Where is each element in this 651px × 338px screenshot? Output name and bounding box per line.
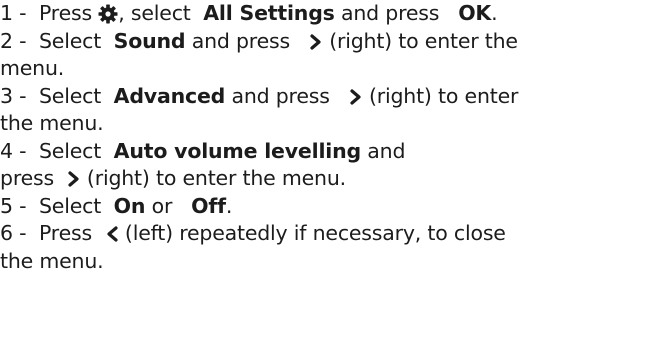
gear-icon	[98, 4, 118, 24]
step-line: press (right) to enter the menu.	[0, 165, 651, 193]
step-text: (right) to enter the menu.	[80, 166, 346, 190]
step-text: 1 - Press	[0, 1, 99, 25]
step-text: , select	[118, 1, 204, 25]
ui-term: Sound	[113, 28, 186, 53]
ui-term: Advanced	[113, 83, 226, 108]
step-text: and press	[225, 83, 349, 108]
step-text: and	[360, 138, 406, 163]
step-item: 2 - Select Sound and press (right) to en…	[0, 28, 651, 83]
step-item: 4 - Select Auto volume levelling and pres…	[0, 138, 651, 193]
step-text: and press	[334, 1, 459, 25]
ui-term: Off	[191, 193, 226, 218]
step-text: or	[145, 193, 192, 218]
step-text: 6 - Press	[0, 221, 105, 245]
chevron-right-icon	[67, 167, 81, 187]
step-text: .	[225, 193, 233, 218]
step-line: 2 - Select Sound and press (right) to en…	[0, 28, 651, 56]
step-text: the menu.	[0, 248, 104, 273]
step-text: .	[491, 1, 498, 25]
step-line: 3 - Select Advanced and press (right) to…	[0, 83, 651, 111]
instruction-steps: 1 - Press , select All Settings and pres…	[0, 0, 651, 275]
step-text: (right) to enter	[362, 83, 519, 108]
ui-term: Auto volume levelling	[113, 138, 361, 163]
step-line: menu.	[0, 55, 651, 83]
ui-term: On	[113, 193, 146, 218]
ui-term: All Settings	[203, 1, 335, 25]
step-line: 1 - Press , select All Settings and pres…	[0, 0, 651, 28]
step-text: 5 - Select	[0, 193, 114, 218]
step-item: 1 - Press , select All Settings and pres…	[0, 0, 651, 28]
chevron-left-icon	[105, 222, 119, 242]
step-text: (right) to enter the	[322, 28, 518, 53]
step-text: 3 - Select	[0, 83, 114, 108]
step-line: 6 - Press (left) repeatedly if necessary…	[0, 220, 651, 248]
chevron-right-icon	[309, 30, 323, 50]
chevron-right-icon	[349, 85, 363, 105]
step-text: and press	[185, 28, 309, 53]
step-text: menu.	[0, 56, 65, 80]
step-item: 3 - Select Advanced and press (right) to…	[0, 83, 651, 138]
step-text: 2 - Select	[0, 28, 114, 53]
step-line: 5 - Select On or Off.	[0, 193, 651, 221]
step-item: 6 - Press (left) repeatedly if necessary…	[0, 220, 651, 275]
step-item: 5 - Select On or Off.	[0, 193, 651, 221]
step-text: press	[0, 166, 67, 190]
step-line: 4 - Select Auto volume levelling and	[0, 138, 651, 166]
ui-term: OK	[458, 1, 492, 25]
step-line: the menu.	[0, 110, 651, 138]
step-text: (left) repeatedly if necessary, to close	[118, 221, 506, 245]
step-text: the menu.	[0, 111, 104, 135]
step-line: the menu.	[0, 248, 651, 276]
step-text: 4 - Select	[0, 138, 114, 163]
